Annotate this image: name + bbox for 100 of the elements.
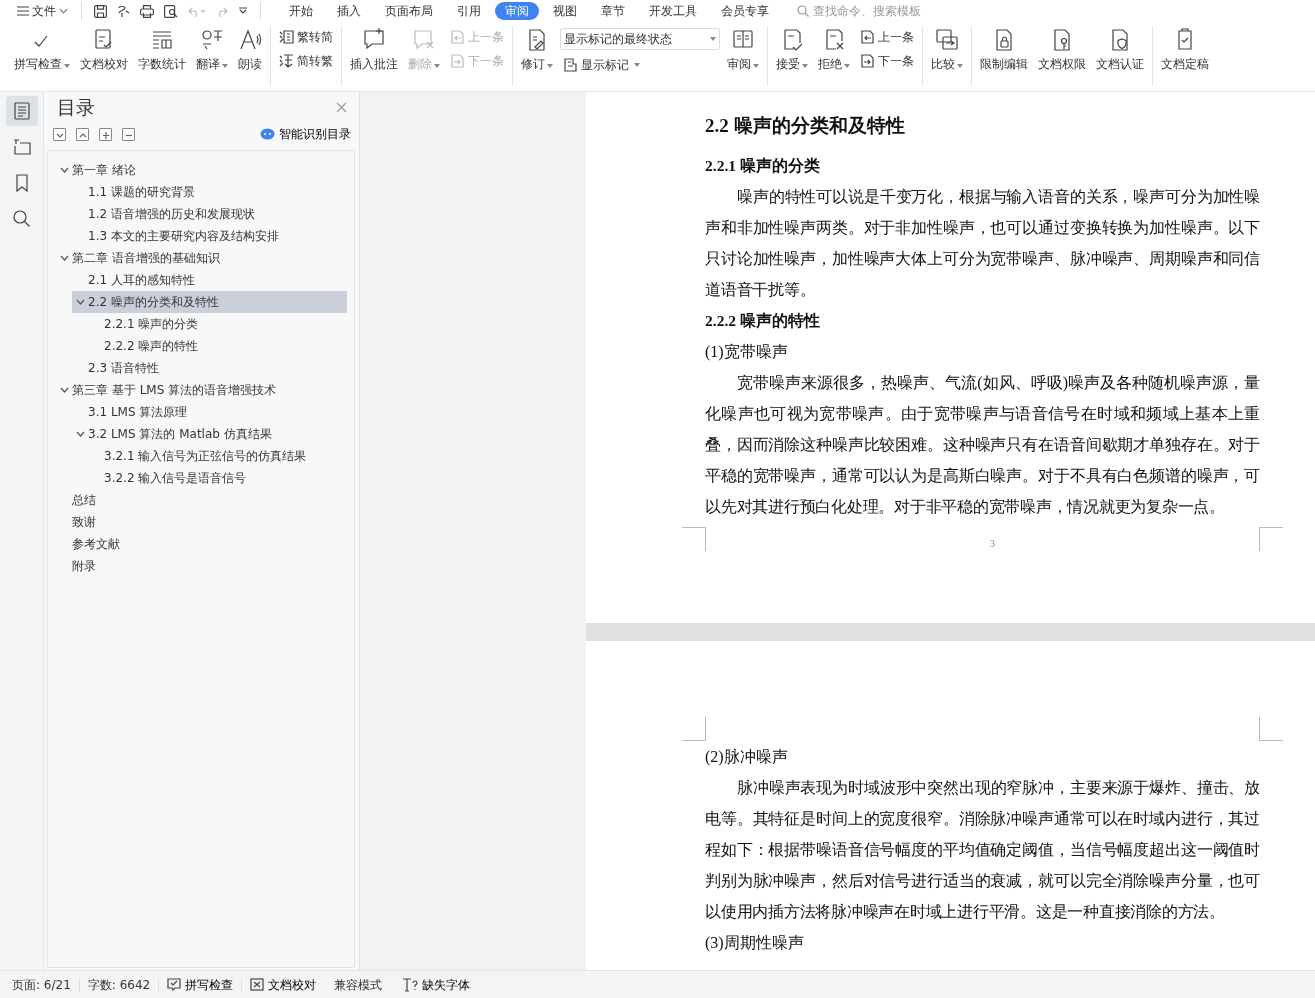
translate-icon [200,28,224,52]
chevron-down-icon [59,167,69,173]
toc-item[interactable]: 2.2.2 噪声的特性 [88,335,347,357]
toc-item[interactable]: 1.3 本文的主要研究内容及结构安排 [72,225,347,247]
list-label: (1)宽带噪声 [705,342,789,363]
ribbon-tab[interactable]: 视图 [543,2,587,20]
previous-comment-icon [450,30,465,44]
ribbon-button[interactable]: 限制编辑 [977,26,1031,75]
ribbon-button[interactable]: 字数统计 [135,26,189,75]
toc-item[interactable]: 附录 [56,555,347,577]
missing-fonts-button[interactable]: 缺失字体 [392,975,481,994]
ribbon-button[interactable]: 上一条 [857,28,917,46]
spell-check-icon [167,978,182,991]
ribbon-tab[interactable]: 审阅 [495,2,539,20]
ribbon-button[interactable]: 比较 [928,26,966,75]
ribbon-button[interactable]: 简转繁 [276,52,336,70]
ribbon-button[interactable]: 接受 [773,26,811,75]
toc-item[interactable]: 2.3 语音特性 [72,357,347,379]
nav-pane-icon [11,137,32,157]
font-question-icon [402,977,419,992]
toc-item[interactable]: 致谢 [56,511,347,533]
ribbon-tab[interactable]: 会员专享 [711,2,779,20]
toc-tool-button[interactable] [53,127,66,141]
previous-comment-icon [860,30,875,44]
simplified-to-traditional-icon [279,54,294,68]
ribbon-button[interactable]: 翻译 [193,26,231,75]
search-field[interactable]: 查找命令、搜索模板 [797,2,953,20]
toc-item[interactable]: 3.2 LMS 算法的 Matlab 仿真结果 [72,423,347,445]
toc-tool-button[interactable] [99,127,112,141]
toc-item[interactable]: 参考文献 [56,533,347,555]
list-label: (3)周期性噪声 [705,933,805,954]
smart-toc-button[interactable]: 智能识别目录 [260,125,351,143]
ribbon-tab[interactable]: 插入 [327,2,371,20]
caret-icon [844,64,850,68]
robot-face-icon [260,128,275,140]
ribbon-button[interactable]: 朗读 [235,26,265,75]
sidebar-tool[interactable] [5,96,38,126]
close-icon [336,101,347,113]
toc-item[interactable]: 第一章 绪论 [56,159,347,181]
ribbon-button[interactable]: 繁转简 [276,28,336,46]
ribbon-button[interactable]: 文档校对 [77,26,131,75]
ribbon-tab[interactable]: 开发工具 [639,2,707,20]
toc-item[interactable]: 2.1 人耳的感知特性 [72,269,347,291]
caret-icon [710,37,716,41]
toc-item[interactable]: 2.2.1 噪声的分类 [88,313,347,335]
word-count-icon [150,28,174,52]
ribbon-button[interactable]: 审阅 [724,26,762,75]
save-icon[interactable] [94,4,107,18]
margin-corner-mark [682,717,706,741]
ribbon-button[interactable]: 拒绝 [815,26,853,75]
toc-item[interactable]: 3.2.2 输入信号是语音信号 [88,467,347,489]
toc-item[interactable]: 总结 [56,489,347,511]
ribbon-tab[interactable]: 引用 [447,2,491,20]
caret-icon [222,64,228,68]
ribbon-button[interactable]: 文档权限 [1035,26,1089,75]
chevron-down-icon [59,255,69,261]
file-menu[interactable]: 文件 [14,2,71,20]
compat-mode: 兼容模式 [333,976,384,994]
toc-item[interactable]: 第二章 语音增强的基础知识 [56,247,347,269]
caret-icon [547,64,553,68]
ribbon-button[interactable]: 下一条 [857,52,917,70]
ribbon-tab[interactable]: 页面布局 [375,2,443,20]
ribbon-button[interactable]: 文档认证 [1093,26,1147,75]
ribbon-button[interactable]: 插入批注 [347,26,401,75]
more-caret-icon[interactable] [238,7,248,15]
menu-icon [17,6,29,16]
toc-tool-button[interactable] [76,127,89,141]
status-button[interactable]: 文档校对 [241,977,325,992]
toc-item[interactable]: 2.2 噪声的分类和及特性 [72,291,347,313]
caret-icon [634,63,640,67]
toc-item[interactable]: 1.1 课题的研究背景 [72,181,347,203]
ribbon-button[interactable]: 文档定稿 [1158,26,1212,75]
ribbon-tab[interactable]: 章节 [591,2,635,20]
print-icon[interactable] [140,4,154,18]
show-markup-icon [563,58,578,72]
toc-item[interactable]: 3.1 LMS 算法原理 [72,401,347,423]
list-label: (2)脉冲噪声 [705,747,789,768]
ribbon-tab[interactable]: 开始 [279,2,323,20]
ribbon-button[interactable]: 拼写检查 [11,26,73,75]
ribbon-button[interactable]: 显示标记 [560,56,720,74]
search-icon [11,209,32,229]
print-preview-icon[interactable] [164,4,178,18]
section-heading: 2.2 噪声的分类和及特性 [705,114,906,138]
toc-item[interactable]: 3.2.1 输入信号为正弦信号的仿真结果 [88,445,347,467]
margin-corner-mark [1259,527,1283,551]
ribbon-button[interactable]: 修订 [518,26,556,75]
subsection-heading: 2.2.1 噪声的分类 [705,156,821,176]
word-count: 字数: 6642 [78,977,159,992]
toc-item[interactable]: 1.2 语音增强的历史和发展现状 [72,203,347,225]
toc-item[interactable]: 第三章 基于 LMS 算法的语音增强技术 [56,379,347,401]
caret-icon [957,64,963,68]
toc-tool-button[interactable] [122,127,135,141]
add-comment-icon [362,28,386,52]
chevron-down-icon [59,387,69,393]
caret-icon [802,64,808,68]
close-button[interactable] [336,101,347,113]
delete-comment-icon [412,28,436,52]
status-button[interactable]: 拼写检查 [158,977,242,992]
markup-dropdown[interactable]: 显示标记的最终状态 [560,28,720,50]
traditional-to-simplified-icon [279,30,294,44]
